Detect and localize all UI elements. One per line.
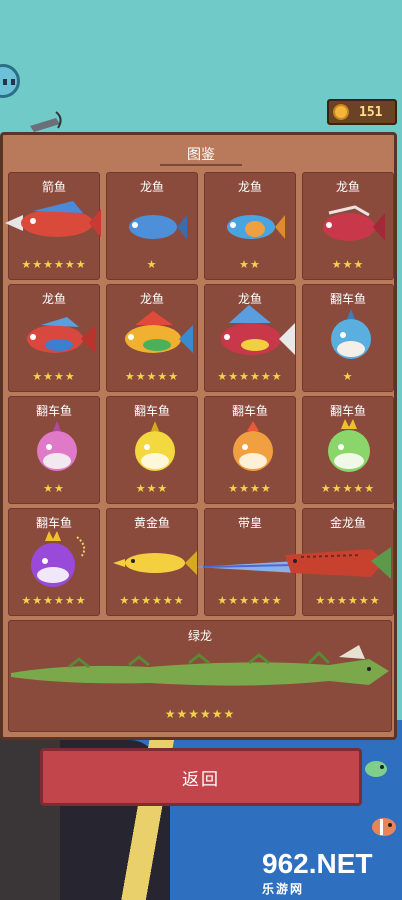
rating-stars: ★★★ (331, 258, 365, 271)
dragonfish-icon (125, 311, 193, 353)
green-dragon-icon (11, 645, 389, 686)
sunfish-icon (135, 421, 175, 471)
fish-card[interactable]: 龙鱼 ★★★ (302, 172, 394, 280)
rating-stars: ★ (146, 258, 158, 271)
fish-card[interactable]: 翻车鱼 ★★★★★ (302, 396, 394, 504)
fish-card[interactable]: 箭鱼 ★★★★★★ (5, 172, 101, 280)
sunfish-icon (31, 531, 86, 587)
fish-card[interactable]: 龙鱼 ★★★★★ (106, 284, 198, 392)
sunfish-icon (37, 421, 77, 471)
watermark-text: 962.NET (262, 848, 373, 879)
eye-icon (11, 79, 15, 85)
sunfish-icon (233, 421, 273, 471)
fish-name: 带皇 (237, 516, 262, 530)
rating-stars: ★★★★★★ (21, 258, 87, 271)
rating-stars: ★★★★★★ (315, 594, 381, 607)
fish-card[interactable]: 黄金鱼 ★★★★★★ (106, 508, 198, 616)
fish-card[interactable]: 龙鱼 ★★★★ (8, 284, 100, 392)
coin-counter: 151 (327, 99, 397, 125)
fish-card[interactable]: 翻车鱼 ★★★★★★ (8, 508, 100, 616)
fish-name: 翻车鱼 (329, 292, 366, 306)
rating-stars: ★★★★★★ (164, 707, 236, 721)
coin-icon (333, 104, 349, 120)
sunfish-icon (328, 419, 370, 472)
fish-name: 箭鱼 (41, 180, 66, 194)
panel-title: 图鉴 (160, 144, 242, 166)
dragonfish-icon (227, 215, 285, 239)
rating-stars: ★ (342, 370, 354, 383)
fish-name: 翻车鱼 (231, 404, 268, 418)
fish-name: 龙鱼 (139, 180, 164, 194)
rating-stars: ★★★★★★ (217, 594, 283, 607)
fish-icon (365, 761, 387, 777)
dragonfish-icon (27, 317, 95, 353)
goldfish-icon (113, 551, 197, 575)
fish-name: 翻车鱼 (133, 404, 170, 418)
rating-stars: ★★★★★★ (21, 594, 87, 607)
rating-stars: ★★★★★★ (119, 594, 185, 607)
watermark: 962.NET 乐游网 (262, 848, 402, 896)
fish-card-wide[interactable]: 绿龙 ★★★★★★ (8, 620, 392, 732)
fish-name: 翻车鱼 (35, 404, 72, 418)
fish-name: 龙鱼 (237, 180, 262, 194)
fish-card[interactable]: 龙鱼 ★ (106, 172, 198, 280)
fish-name: 金龙鱼 (329, 516, 366, 530)
dragonfish-icon (323, 205, 385, 241)
rating-stars: ★★★★ (32, 370, 76, 383)
fish-name: 龙鱼 (335, 180, 360, 194)
sunfish-icon (331, 309, 371, 359)
fish-icon (372, 818, 396, 836)
fish-card[interactable]: 龙鱼 ★★★★★★ (204, 284, 296, 392)
coin-value: 151 (359, 104, 383, 120)
fish-name: 黄金鱼 (133, 516, 170, 530)
dragonfish-icon (221, 305, 295, 355)
rating-stars: ★★ (239, 258, 261, 271)
rating-stars: ★★★★★★ (217, 370, 283, 383)
rating-stars: ★★★★★ (124, 370, 180, 383)
rating-stars: ★★★ (135, 482, 169, 495)
fish-card[interactable]: 金龙鱼 ★★★★★★ (285, 508, 394, 616)
arowana-icon (285, 547, 391, 579)
fish-name: 龙鱼 (139, 292, 164, 306)
fish-card[interactable]: 翻车鱼 ★ (302, 284, 394, 392)
rating-stars: ★★★★★ (320, 482, 376, 495)
eye-icon (3, 79, 7, 85)
rating-stars: ★★ (43, 482, 65, 495)
rating-stars: ★★★★ (228, 482, 272, 495)
fish-card[interactable]: 翻车鱼 ★★★ (106, 396, 198, 504)
back-button[interactable]: 返回 (40, 748, 362, 806)
dragonfish-icon (129, 215, 187, 239)
watermark-subtext: 乐游网 (262, 882, 305, 896)
fish-card[interactable]: 龙鱼 ★★ (204, 172, 296, 280)
swordfish-icon (5, 201, 101, 237)
fish-name: 龙鱼 (41, 292, 66, 306)
fish-card[interactable]: 翻车鱼 ★★ (8, 396, 100, 504)
fish-card[interactable]: 翻车鱼 ★★★★ (204, 396, 296, 504)
